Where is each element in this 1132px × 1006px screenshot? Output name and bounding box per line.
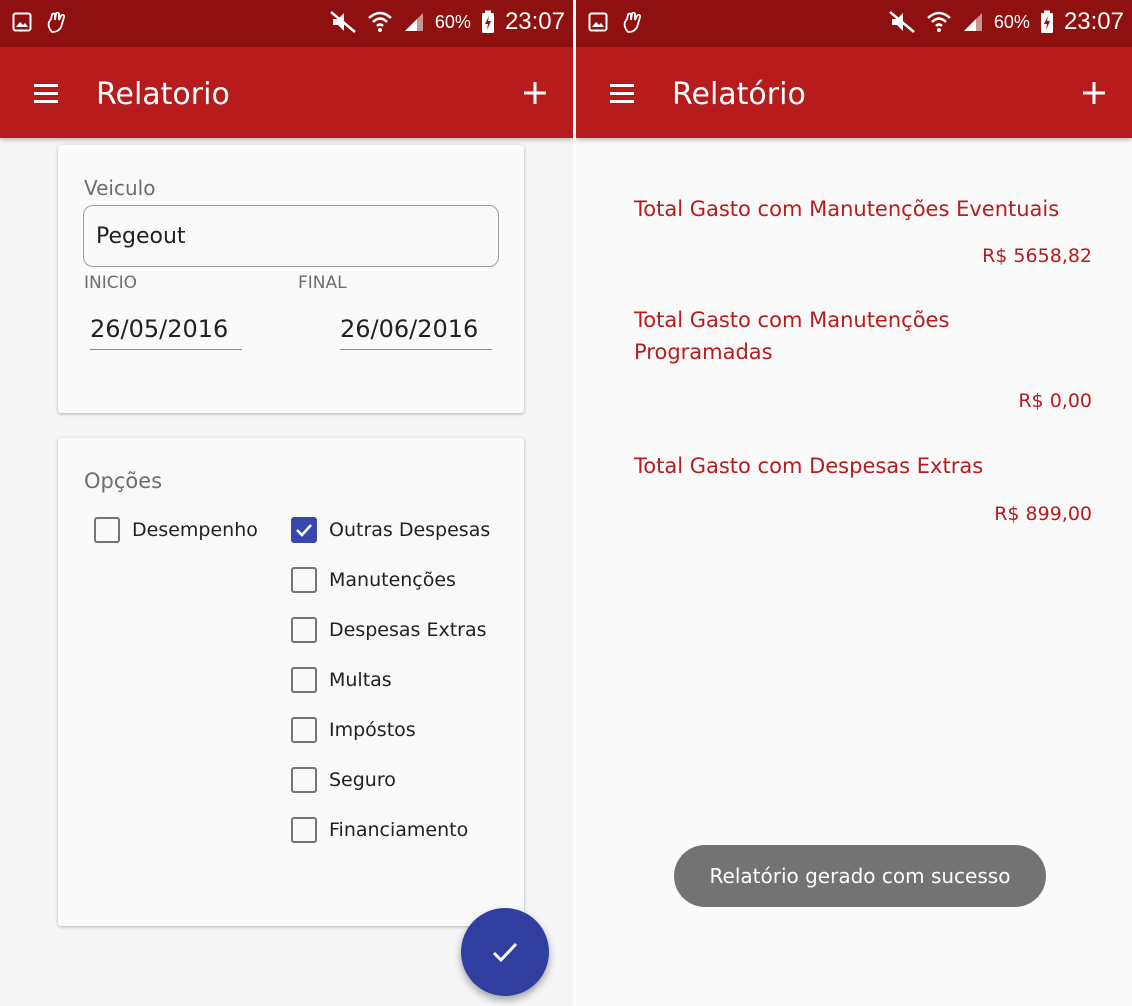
option-label: Despesas Extras <box>329 619 487 641</box>
battery-charging-icon <box>481 10 494 33</box>
vehicle-card: Veiculo INICIO FINAL 26/05/2016 26/06/20… <box>58 145 524 413</box>
option-label: Financiamento <box>329 819 469 841</box>
success-toast: Relatório gerado com sucesso <box>674 845 1046 907</box>
vehicle-label: Veiculo <box>84 176 156 200</box>
status-clock: 23:07 <box>1063 8 1124 35</box>
report-value-despesas-extras: R$ 899,00 <box>994 503 1092 525</box>
option-impostos[interactable]: Impóstos <box>291 717 416 743</box>
battery-percent: 60% <box>434 11 471 32</box>
start-date-field[interactable]: 26/05/2016 <box>90 315 242 350</box>
option-label: Desempenho <box>132 519 258 541</box>
left-screen: 60% 23:07 Relatorio Veiculo INICIO FINAL… <box>0 0 573 1006</box>
wifi-icon <box>368 11 392 32</box>
option-outras-despesas[interactable]: Outras Despesas <box>291 517 490 543</box>
report-title-eventuais: Total Gasto com Manutenções Eventuais <box>634 197 1060 221</box>
report-value-programadas: R$ 0,00 <box>1018 390 1092 412</box>
option-label: Multas <box>329 669 392 691</box>
status-clock: 23:07 <box>504 8 565 35</box>
hamburger-menu-icon[interactable] <box>26 77 66 109</box>
signal-icon <box>963 13 982 31</box>
checkmark-icon <box>492 942 518 963</box>
plus-icon[interactable] <box>517 75 553 111</box>
mute-icon <box>330 11 356 33</box>
checkbox[interactable] <box>291 767 317 793</box>
option-despesas-extras[interactable]: Despesas Extras <box>291 617 487 643</box>
app-bar: Relatório <box>576 47 1132 138</box>
right-screen: 60% 23:07 Relatório Total Gasto com Manu… <box>576 0 1132 1006</box>
app-bar: Relatorio <box>0 47 573 138</box>
checkbox[interactable] <box>291 667 317 693</box>
checkbox[interactable] <box>291 717 317 743</box>
option-financiamento[interactable]: Financiamento <box>291 817 468 843</box>
report-title-despesas-extras: Total Gasto com Despesas Extras <box>634 454 984 478</box>
hamburger-menu-icon[interactable] <box>602 77 642 109</box>
battery-percent: 60% <box>993 11 1030 32</box>
gallery-notification-icon <box>588 12 608 32</box>
checkbox[interactable] <box>291 567 317 593</box>
checkbox[interactable] <box>94 517 120 543</box>
plus-icon[interactable] <box>1076 75 1112 111</box>
checkbox[interactable] <box>291 817 317 843</box>
hand-notification-icon <box>623 12 642 33</box>
mute-icon <box>889 11 915 33</box>
report-value-eventuais: R$ 5658,82 <box>982 245 1092 267</box>
app-title: Relatório <box>672 77 806 112</box>
option-desempenho[interactable]: Desempenho <box>94 517 258 543</box>
report-title-programadas: Total Gasto com Manutenções Programadas <box>634 308 950 364</box>
options-title: Opções <box>84 469 163 493</box>
checkbox[interactable] <box>291 617 317 643</box>
signal-icon <box>404 13 423 31</box>
options-card: Opções Desempenho Outras Despesas Manute… <box>58 438 524 926</box>
confirm-fab[interactable] <box>461 908 549 996</box>
hand-notification-icon <box>47 12 66 33</box>
end-date-label: FINAL <box>298 273 347 293</box>
option-label: Impóstos <box>329 719 416 741</box>
wifi-icon <box>927 11 951 32</box>
battery-charging-icon <box>1040 10 1053 33</box>
checkbox-checked[interactable] <box>291 517 317 543</box>
checkmark-icon <box>296 524 312 537</box>
gallery-notification-icon <box>12 12 32 32</box>
vehicle-input[interactable] <box>83 205 499 267</box>
start-date-label: INICIO <box>84 273 138 293</box>
status-bar: 60% 23:07 <box>576 0 1132 47</box>
option-label: Outras Despesas <box>329 519 491 541</box>
option-seguro[interactable]: Seguro <box>291 767 396 793</box>
status-bar: 60% 23:07 <box>0 0 573 47</box>
option-multas[interactable]: Multas <box>291 667 392 693</box>
end-date-field[interactable]: 26/06/2016 <box>340 315 492 350</box>
app-title: Relatorio <box>96 77 230 112</box>
option-manutencoes[interactable]: Manutenções <box>291 567 456 593</box>
option-label: Seguro <box>329 769 396 791</box>
option-label: Manutenções <box>329 569 456 591</box>
